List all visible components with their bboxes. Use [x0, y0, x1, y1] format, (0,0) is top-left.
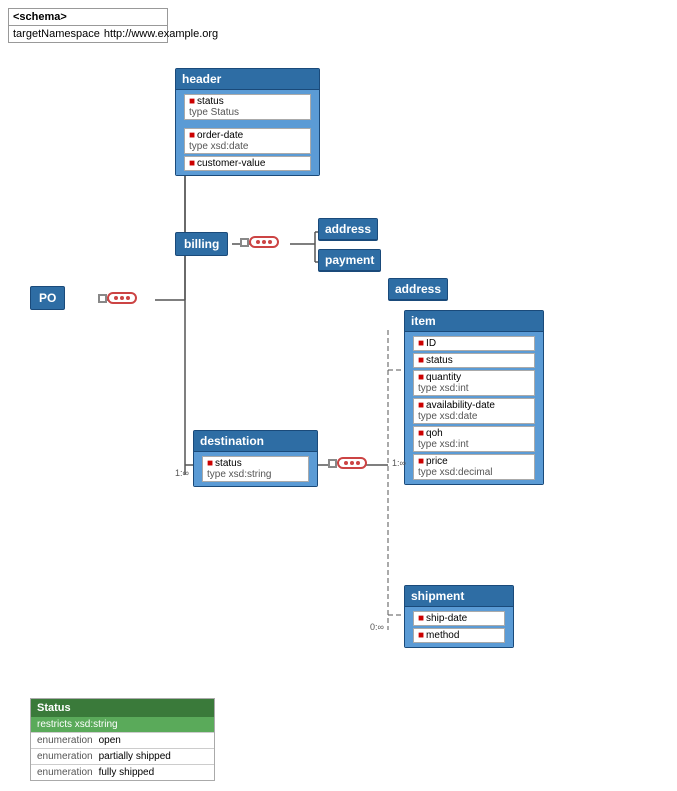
schema-title: <schema> — [9, 9, 167, 26]
field-icon: ■ — [189, 96, 195, 107]
item-avail-date: ■availability-date type xsd:date — [413, 398, 535, 424]
field-type2: type xsd:date — [189, 141, 248, 152]
header-box: header ■status type Status ■order-date t… — [175, 68, 320, 176]
status-legend: Status restricts xsd:string enumeration … — [30, 698, 215, 781]
d-dot3 — [356, 461, 360, 465]
enum-key-2: enumeration — [37, 751, 93, 762]
shipment-body: ■ship-date ■method — [405, 607, 513, 647]
po-box: PO — [30, 286, 65, 310]
d-dot2 — [350, 461, 354, 465]
enum-val-2: partially shipped — [99, 751, 171, 762]
shipment-method: ■method — [413, 628, 505, 643]
item-status: ■status — [413, 353, 535, 368]
address-main-box: address — [388, 278, 448, 301]
field-icon2: ■ — [189, 130, 195, 141]
mult-dest-right: 1:∞ — [392, 458, 406, 468]
destination-box: destination ■status type xsd:string — [193, 430, 318, 487]
address-main-title: address — [389, 279, 447, 300]
conn-sq — [98, 294, 107, 303]
b-dot2 — [262, 240, 266, 244]
shipment-title: shipment — [405, 586, 513, 607]
status-legend-subtitle: restricts xsd:string — [31, 717, 214, 732]
d-dot1 — [344, 461, 348, 465]
header-field-status: ■status type Status — [184, 94, 311, 120]
dot2 — [120, 296, 124, 300]
header-fields-1: ■status type Status — [176, 90, 319, 124]
mult-dest-left: 1:∞ — [175, 468, 189, 478]
conn-dots — [107, 292, 137, 304]
status-row-full: enumeration fully shipped — [31, 764, 214, 780]
enum-val-1: open — [99, 735, 121, 746]
field-type: type Status — [189, 107, 239, 118]
dest-conn-dots — [337, 457, 367, 469]
header-fields-2: ■order-date type xsd:date ■customer-valu… — [176, 124, 319, 175]
status-row-open: enumeration open — [31, 732, 214, 748]
b-dot1 — [256, 240, 260, 244]
item-title: item — [405, 311, 543, 332]
diagram-container: <schema> targetNamespace http://www.exam… — [0, 0, 677, 791]
destination-body: ■status type xsd:string — [194, 452, 317, 486]
address-billing-title: address — [319, 219, 377, 240]
item-box: item ■ID ■status ■quantity type xsd:int … — [404, 310, 544, 485]
payment-title: payment — [319, 250, 380, 271]
header-body: ■status type Status ■order-date type xsd… — [176, 90, 319, 175]
header-field-orderdate: ■order-date type xsd:date — [184, 128, 311, 154]
address-billing-box: address — [318, 218, 378, 241]
schema-namespace-row: targetNamespace http://www.example.org — [9, 26, 167, 42]
status-legend-title: Status — [31, 699, 214, 717]
header-field-customer: ■customer-value — [184, 156, 311, 171]
item-body: ■ID ■status ■quantity type xsd:int ■avai… — [405, 332, 543, 484]
item-fields: ■ID ■status ■quantity type xsd:int ■avai… — [405, 332, 543, 484]
schema-ns-val: http://www.example.org — [104, 28, 218, 40]
destination-status: ■status type xsd:string — [202, 456, 309, 482]
item-id: ■ID — [413, 336, 535, 351]
schema-box: <schema> targetNamespace http://www.exam… — [8, 8, 168, 43]
item-quantity: ■quantity type xsd:int — [413, 370, 535, 396]
billing-conn-sq — [240, 238, 249, 247]
status-row-partial: enumeration partially shipped — [31, 748, 214, 764]
connection-lines — [0, 0, 677, 791]
shipment-fields: ■ship-date ■method — [405, 607, 513, 647]
dot1 — [114, 296, 118, 300]
item-qoh: ■qoh type xsd:int — [413, 426, 535, 452]
schema-ns-key: targetNamespace — [13, 28, 100, 40]
shipment-box: shipment ■ship-date ■method — [404, 585, 514, 648]
shipment-ship-date: ■ship-date — [413, 611, 505, 626]
enum-val-3: fully shipped — [99, 767, 155, 778]
payment-box: payment — [318, 249, 381, 272]
dest-conn-sq — [328, 459, 337, 468]
billing-conn-dots — [249, 236, 279, 248]
b-dot3 — [268, 240, 272, 244]
field-icon3: ■ — [189, 158, 195, 169]
mult-ship-right: 0:∞ — [370, 622, 384, 632]
billing-box: billing — [175, 232, 228, 256]
enum-key-1: enumeration — [37, 735, 93, 746]
enum-key-3: enumeration — [37, 767, 93, 778]
destination-fields: ■status type xsd:string — [194, 452, 317, 486]
destination-title: destination — [194, 431, 317, 452]
billing-connector — [240, 236, 279, 248]
dot3 — [126, 296, 130, 300]
item-price: ■price type xsd:decimal — [413, 454, 535, 480]
destination-connector — [328, 457, 367, 469]
header-title: header — [176, 69, 319, 90]
po-connector — [98, 292, 137, 304]
